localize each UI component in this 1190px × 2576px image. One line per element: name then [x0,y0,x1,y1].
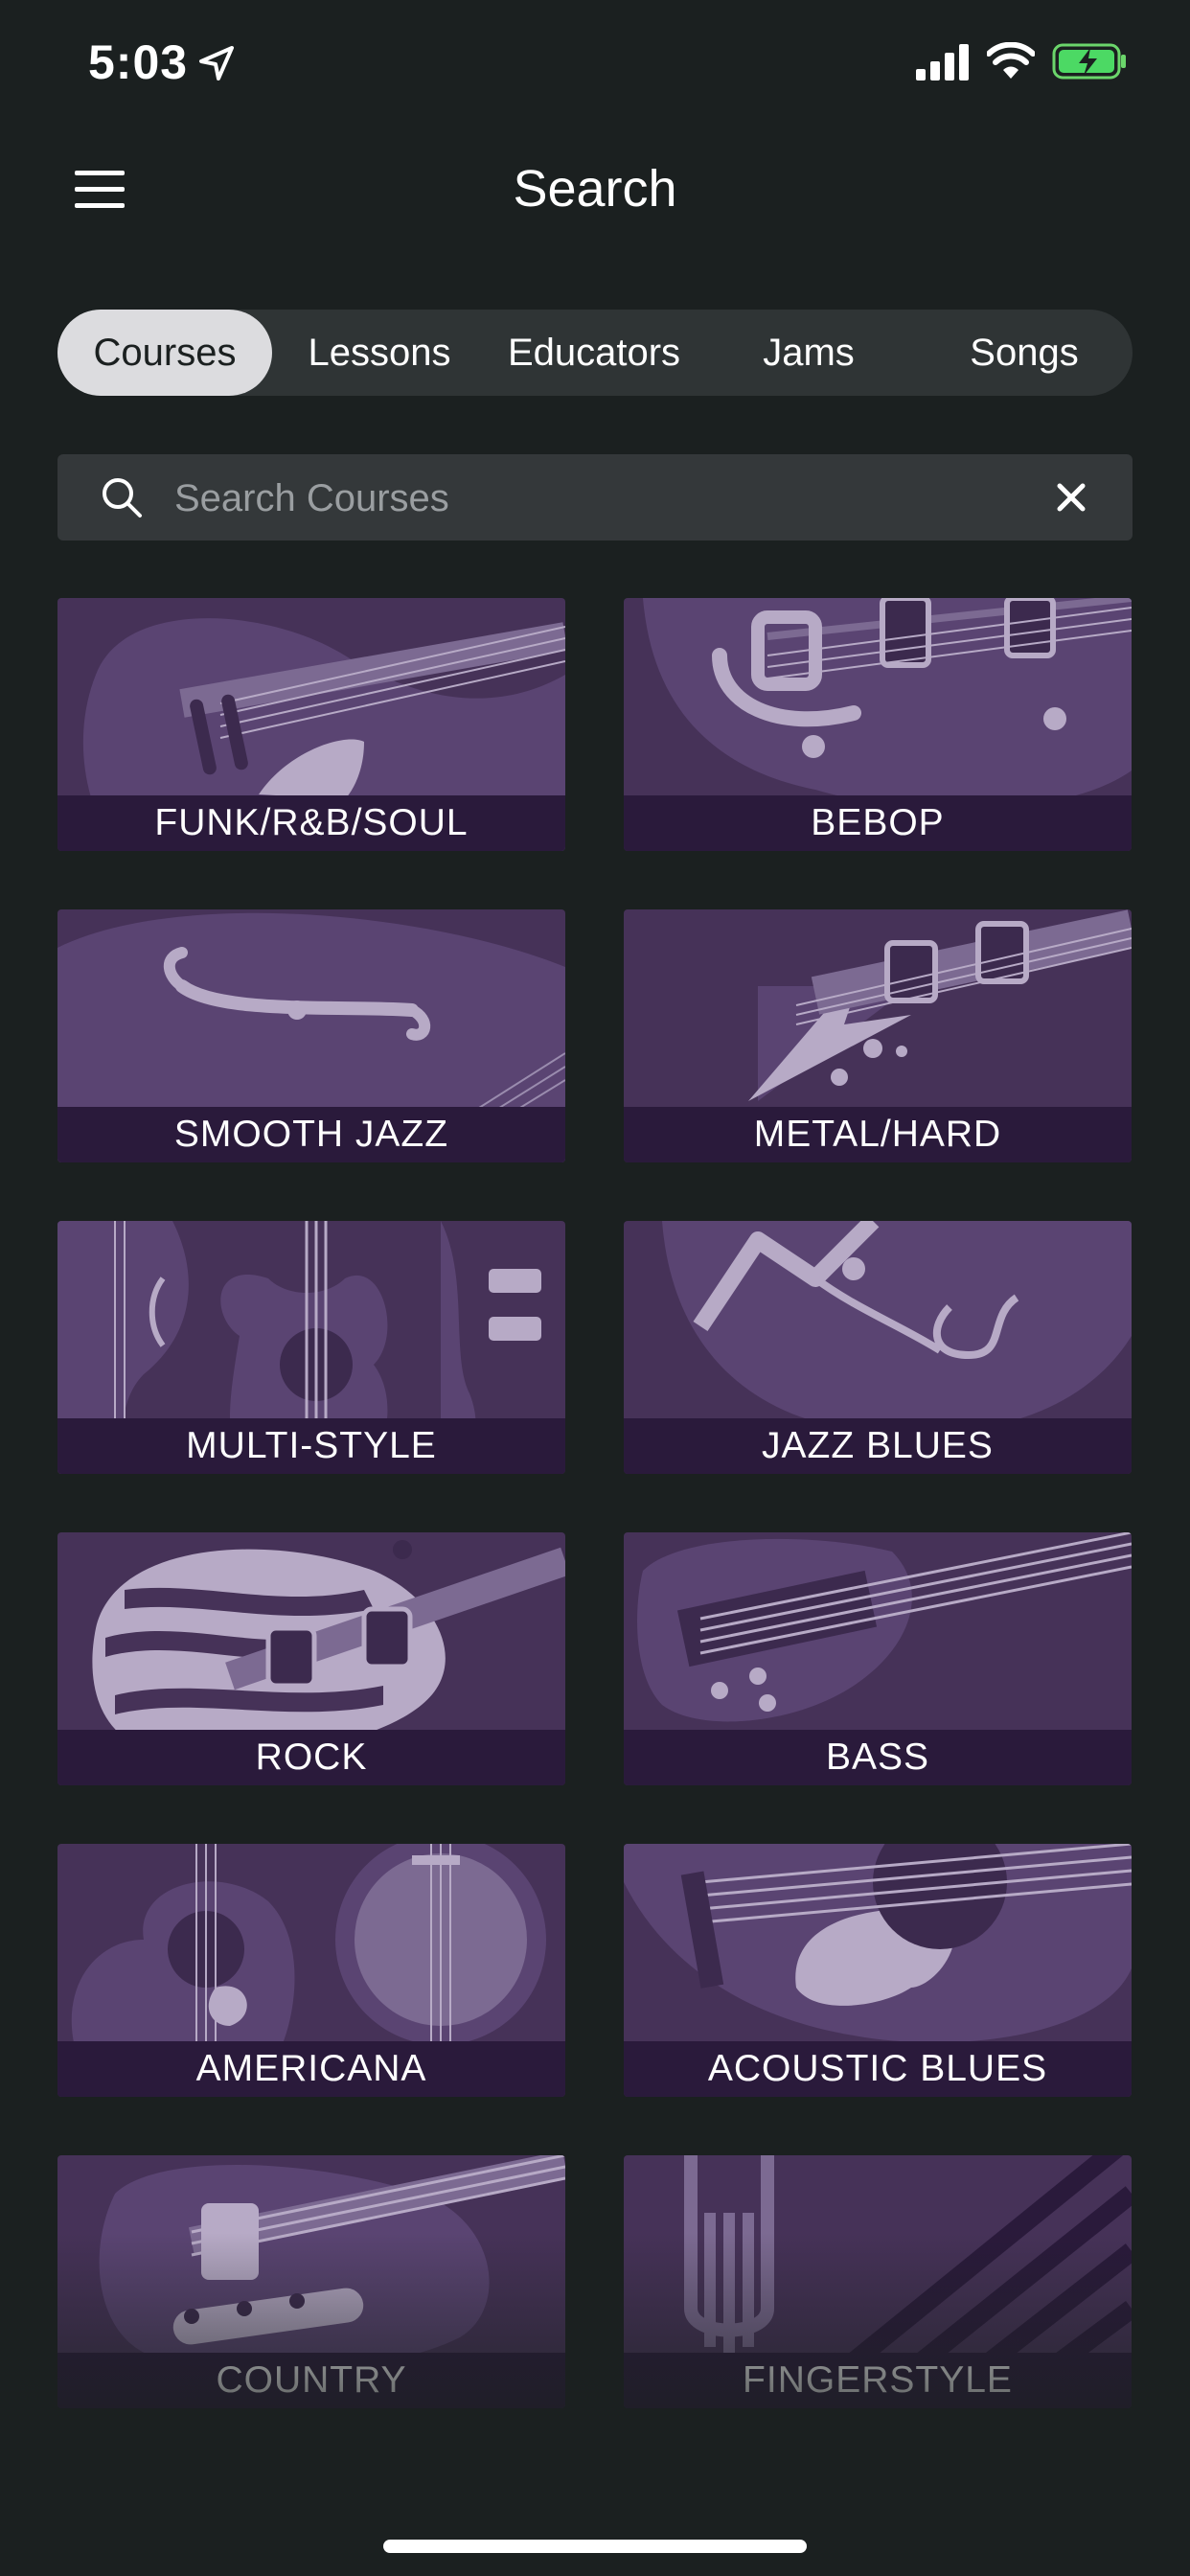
category-tile-funk-rnb-soul[interactable]: FUNK/R&B/SOUL [57,598,565,851]
category-grid: FUNK/R&B/SOUL BEBOP SMOOTH JAZZ METAL/HA… [0,0,1190,2576]
category-tile-rock[interactable]: ROCK [57,1532,565,1785]
category-tile-americana[interactable]: AMERICANA [57,1844,565,2097]
tile-label: COUNTRY [57,2353,565,2408]
category-tile-multi-style[interactable]: MULTI-STYLE [57,1221,565,1474]
category-tile-metal-hard[interactable]: METAL/HARD [624,909,1132,1162]
category-tile-bass[interactable]: BASS [624,1532,1132,1785]
tile-label: FUNK/R&B/SOUL [57,795,565,851]
tile-label: FINGERSTYLE [624,2353,1132,2408]
category-tile-fingerstyle[interactable]: FINGERSTYLE [624,2155,1132,2408]
tile-label: ROCK [57,1730,565,1785]
home-indicator[interactable] [383,2540,807,2553]
tile-label: METAL/HARD [624,1107,1132,1162]
category-tile-country[interactable]: COUNTRY [57,2155,565,2408]
tile-label: ACOUSTIC BLUES [624,2041,1132,2097]
category-tile-acoustic-blues[interactable]: ACOUSTIC BLUES [624,1844,1132,2097]
tile-label: BASS [624,1730,1132,1785]
category-tile-jazz-blues[interactable]: JAZZ BLUES [624,1221,1132,1474]
tile-label: BEBOP [624,795,1132,851]
tile-label: SMOOTH JAZZ [57,1107,565,1162]
tile-label: MULTI-STYLE [57,1418,565,1474]
tile-label: AMERICANA [57,2041,565,2097]
category-tile-smooth-jazz[interactable]: SMOOTH JAZZ [57,909,565,1162]
category-tile-bebop[interactable]: BEBOP [624,598,1132,851]
tile-label: JAZZ BLUES [624,1418,1132,1474]
